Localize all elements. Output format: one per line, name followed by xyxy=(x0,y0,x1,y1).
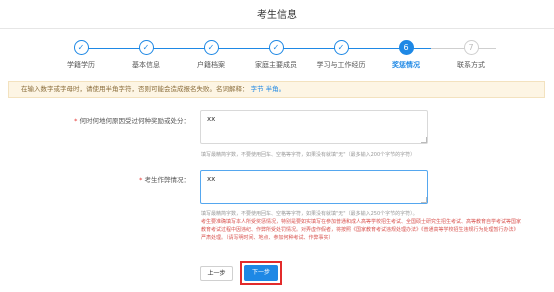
reward-label-text: 何时何地何原因受过何种奖励或处分： xyxy=(79,117,191,125)
fullwidth-term-link[interactable]: 字节 xyxy=(251,85,264,93)
step-3[interactable]: ✓ 户籍档案 xyxy=(181,40,241,70)
check-icon: ✓ xyxy=(268,40,284,55)
header-divider xyxy=(0,28,554,29)
step-label: 家庭主要成员 xyxy=(255,61,297,69)
step-1[interactable]: ✓ 学籍学历 xyxy=(51,40,111,70)
check-icon: ✓ xyxy=(138,40,154,55)
notice-banner: 在输入数字或字母时，请使用半角字符，否则可能会造成报名失败。名词解释： 字节 半… xyxy=(8,81,545,98)
halfwidth-term-link[interactable]: 半角。 xyxy=(266,85,286,93)
step-2[interactable]: ✓ 基本信息 xyxy=(116,40,176,70)
notice-text: 在输入数字或字母时，请使用半角字符，否则可能会造成报名失败。名词解释： xyxy=(21,85,249,93)
step-label: 学习与工作经历 xyxy=(316,61,366,69)
next-step-button[interactable]: 下一步 xyxy=(244,265,278,281)
required-mark: * xyxy=(139,176,143,184)
step-4[interactable]: ✓ 家庭主要成员 xyxy=(246,40,306,70)
step-7[interactable]: 7 联系方式 xyxy=(441,40,501,70)
resize-handle[interactable] xyxy=(421,197,427,203)
check-icon: ✓ xyxy=(203,40,219,55)
check-icon: ✓ xyxy=(73,40,89,55)
page-title: 考生信息 xyxy=(257,10,297,21)
cheating-label-text: 考生作弊情况： xyxy=(144,176,191,184)
step-label: 联系方式 xyxy=(457,61,485,69)
reward-textarea[interactable]: xx xyxy=(200,110,428,144)
resize-handle[interactable] xyxy=(421,137,427,143)
reward-label: * 何时何地何原因受过何种奖励或处分： xyxy=(74,115,190,125)
step-label: 学籍学历 xyxy=(67,61,95,69)
cheating-hint: 填写最精简字数，不要使用回车、空格等字符，如果没有就填"无"（最多输入250个字… xyxy=(201,211,418,217)
step-6[interactable]: 6 奖惩情况 xyxy=(376,40,436,70)
progress-stepper: ✓ 学籍学历 ✓ 基本信息 ✓ 户籍档案 ✓ 家庭主要成员 ✓ 学习与工作经历 … xyxy=(55,40,510,74)
required-mark: * xyxy=(74,117,78,125)
prev-step-button[interactable]: 上一步 xyxy=(200,266,233,281)
step-5[interactable]: ✓ 学习与工作经历 xyxy=(311,40,371,70)
reward-hint: 填写最精简字数，不要使用回车、空格等字符，如果没有就填"无"（最多输入200个字… xyxy=(201,152,416,158)
cheating-label: * 考生作弊情况： xyxy=(139,174,190,184)
step-label: 奖惩情况 xyxy=(392,61,420,69)
cheating-textarea[interactable]: xx xyxy=(200,170,428,204)
step-number: 7 xyxy=(463,40,479,55)
step-number: 6 xyxy=(398,40,414,55)
check-icon: ✓ xyxy=(333,40,349,55)
step-label: 基本信息 xyxy=(132,61,160,69)
cheating-warning: 考生要准确填写本人所受奖惩情况，特别是要如实填写在参加普通和成人高等学校招生考试… xyxy=(201,219,522,241)
step-label: 户籍档案 xyxy=(197,61,225,69)
